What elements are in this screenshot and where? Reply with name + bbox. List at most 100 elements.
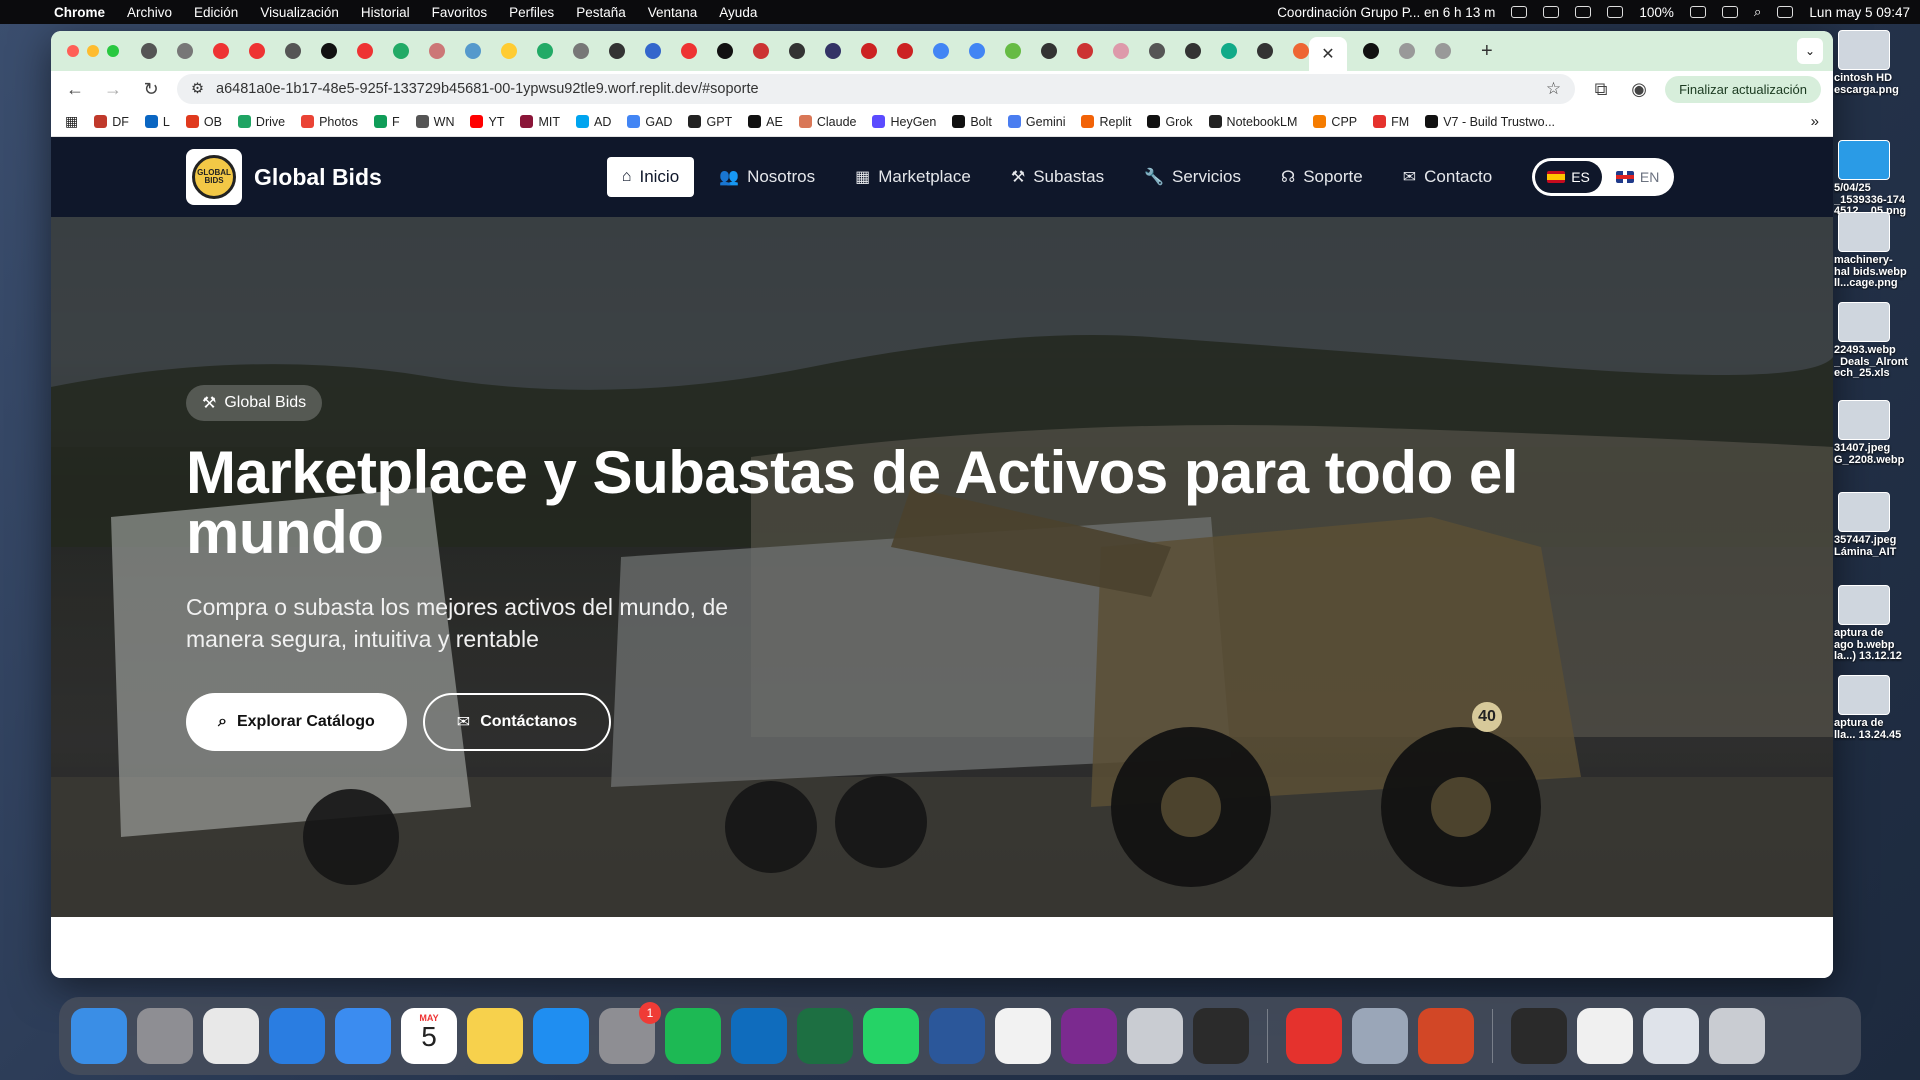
tab-favicon[interactable]	[753, 43, 769, 59]
reload-icon[interactable]: ↻	[139, 79, 163, 100]
lang-en-button[interactable]: EN	[1604, 161, 1671, 193]
notes-icon[interactable]	[467, 1008, 523, 1064]
battery-icon[interactable]	[1689, 6, 1706, 18]
whatsapp-icon[interactable]	[863, 1008, 919, 1064]
menubar-item-historial[interactable]: Historial	[361, 5, 410, 20]
tab-favicon[interactable]	[1149, 43, 1165, 59]
finder-icon[interactable]	[71, 1008, 127, 1064]
tab-favicon[interactable]	[1005, 43, 1021, 59]
tab-favicon[interactable]	[681, 43, 697, 59]
site-logo[interactable]: GLOBAL BIDS	[186, 149, 242, 205]
tab-favicon[interactable]	[897, 43, 913, 59]
bookmark-item[interactable]: Grok	[1147, 115, 1193, 129]
tab-favicon[interactable]	[1399, 43, 1415, 59]
downloads-stack-icon[interactable]	[1643, 1008, 1699, 1064]
excel-icon[interactable]	[797, 1008, 853, 1064]
menubar-item-favoritos[interactable]: Favoritos	[432, 5, 488, 20]
menubar-item-edicion[interactable]: Edición	[194, 5, 238, 20]
volume-icon[interactable]	[1607, 6, 1624, 18]
tab-favicon[interactable]	[789, 43, 805, 59]
bookmark-item[interactable]: AE	[748, 115, 783, 129]
calendar-event-status[interactable]: Coordinación Grupo P... en 6 h 13 m	[1277, 5, 1495, 20]
control-center-icon[interactable]	[1777, 6, 1794, 18]
figma-icon[interactable]	[1193, 1008, 1249, 1064]
word-icon[interactable]	[929, 1008, 985, 1064]
bookmark-item[interactable]: Claude	[798, 115, 856, 129]
close-window-button[interactable]	[67, 45, 79, 57]
wifi-icon[interactable]	[1721, 6, 1738, 18]
bookmark-item[interactable]: Replit	[1081, 115, 1131, 129]
launchpad-icon[interactable]	[137, 1008, 193, 1064]
tab-favicon[interactable]	[1041, 43, 1057, 59]
tab-favicon[interactable]	[573, 43, 589, 59]
bookmark-item[interactable]: WN	[415, 115, 454, 129]
calendar-icon[interactable]: MAY 5	[401, 1008, 457, 1064]
tab-favicon[interactable]	[969, 43, 985, 59]
desktop-file[interactable]: cintosh HD escarga.png	[1834, 30, 1920, 96]
mail-icon[interactable]	[335, 1008, 391, 1064]
nav-link-marketplace[interactable]: ▦ Marketplace	[840, 157, 986, 197]
bookmark-item[interactable]: MIT	[520, 115, 560, 129]
tab-favicon[interactable]	[1077, 43, 1093, 59]
tab-favicon[interactable]	[645, 43, 661, 59]
forward-icon[interactable]: →	[101, 79, 125, 100]
bookmark-item[interactable]: L	[144, 115, 170, 129]
bookmark-item[interactable]: GPT	[688, 115, 732, 129]
bookmarks-overflow-icon[interactable]: »	[1811, 113, 1819, 130]
active-tab[interactable]: ✕	[1309, 37, 1347, 71]
tab-favicon[interactable]	[213, 43, 229, 59]
tab-favicon[interactable]	[1293, 43, 1309, 59]
bookmark-item[interactable]: OB	[185, 115, 222, 129]
bookmark-item[interactable]: DF	[94, 115, 129, 129]
back-icon[interactable]: ←	[63, 79, 87, 100]
bookmark-item[interactable]: Drive	[237, 115, 285, 129]
bookmark-item[interactable]: YT	[470, 115, 504, 129]
tab-favicon[interactable]	[501, 43, 517, 59]
nav-link-subastas[interactable]: ⚒ Subastas	[996, 157, 1119, 197]
address-bar[interactable]: ⚙ a6481a0e-1b17-48e5-925f-133729b45681-0…	[177, 74, 1576, 104]
menubar-item-ventana[interactable]: Ventana	[648, 5, 698, 20]
tab-favicon[interactable]	[141, 43, 157, 59]
tab-favicon[interactable]	[321, 43, 337, 59]
nav-link-nosotros[interactable]: 👥 Nosotros	[704, 157, 830, 197]
tab-favicon[interactable]	[429, 43, 445, 59]
powerpoint-icon[interactable]	[1418, 1008, 1474, 1064]
acrobat-icon[interactable]	[1286, 1008, 1342, 1064]
spotlight-icon[interactable]: ⌕	[1754, 4, 1762, 20]
tab-favicon[interactable]	[1435, 43, 1451, 59]
nav-link-soporte[interactable]: ☊ Soporte	[1266, 157, 1378, 197]
profile-avatar[interactable]: ◉	[1627, 79, 1651, 100]
tab-favicon[interactable]	[825, 43, 841, 59]
bookmark-item[interactable]: FM	[1373, 115, 1409, 129]
bookmark-item[interactable]: Bolt	[952, 115, 992, 129]
chrome-icon[interactable]	[203, 1008, 259, 1064]
bookmark-item[interactable]: V7 - Build Trustwo...	[1425, 115, 1555, 129]
explore-catalog-button[interactable]: ⌕ Explorar Catálogo	[186, 693, 407, 752]
menubar-item-pestana[interactable]: Pestaña	[576, 5, 626, 20]
audio-icon[interactable]	[1511, 6, 1528, 18]
preview-icon[interactable]	[1352, 1008, 1408, 1064]
bookmark-item[interactable]: Photos	[301, 115, 358, 129]
desktop-file[interactable]: machinery- hal bids.webp ll...cage.png	[1834, 212, 1920, 290]
settings-icon[interactable]: 1	[599, 1002, 661, 1064]
circle-app-icon[interactable]	[1061, 1008, 1117, 1064]
finish-update-button[interactable]: Finalizar actualización	[1665, 75, 1821, 103]
bookmark-item[interactable]: F	[374, 115, 400, 129]
recent-file-1-icon[interactable]	[1511, 1008, 1567, 1064]
zoom-window-button[interactable]	[107, 45, 119, 57]
menubar-app-name[interactable]: Chrome	[54, 5, 105, 20]
tab-favicon[interactable]	[861, 43, 877, 59]
spotify-icon[interactable]	[665, 1008, 721, 1064]
contact-us-button[interactable]: ✉ Contáctanos	[422, 693, 612, 752]
tab-favicon[interactable]	[249, 43, 265, 59]
desktop-file[interactable]: 5/04/25 _1539336-174 4512....05.png	[1834, 140, 1920, 218]
tab-favicon[interactable]	[1257, 43, 1273, 59]
tab-favicon[interactable]	[1113, 43, 1129, 59]
desktop-file[interactable]: 31407.jpeg G_2208.webp	[1834, 400, 1920, 466]
safari-icon[interactable]	[269, 1008, 325, 1064]
tab-favicon[interactable]	[1185, 43, 1201, 59]
bookmark-item[interactable]: NotebookLM	[1208, 115, 1297, 129]
new-tab-button[interactable]: +	[1481, 40, 1493, 63]
close-icon[interactable]: ✕	[1321, 44, 1334, 64]
bookmark-star-icon[interactable]: ☆	[1546, 79, 1561, 99]
